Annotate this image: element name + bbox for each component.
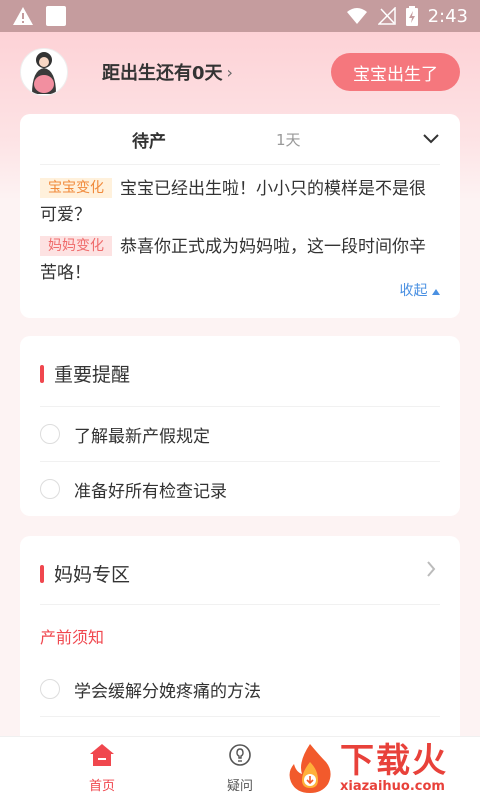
header: 距出生还有0天 › 宝宝出生了	[20, 44, 460, 100]
mom-zone-title: 妈妈专区	[54, 564, 131, 586]
battery-charging-icon	[405, 6, 418, 26]
flame-logo-icon	[284, 742, 336, 794]
mom-zone-label: 学会缓解分娩疼痛的方法	[74, 681, 261, 702]
stage-card: 待产 1天 宝宝变化 宝宝已经出生啦！小小只的模样是不是很可爱？ 妈妈变化 恭喜你正…	[20, 114, 460, 318]
reminders-card: 重要提醒 了解最新产假规定 准备好所有检查记录	[20, 336, 460, 516]
baby-change-row: 宝宝变化 宝宝已经出生啦！小小只的模样是不是很可爱？	[40, 176, 440, 228]
collapse-label: 收起	[399, 283, 428, 299]
no-signal-icon	[377, 7, 396, 25]
home-icon	[89, 743, 115, 771]
avatar[interactable]	[20, 48, 68, 96]
reminders-title: 重要提醒	[54, 364, 131, 386]
watermark-text: 下载火 xiazaihuo.com	[340, 742, 448, 794]
checkbox-circle[interactable]	[40, 424, 60, 444]
warning-icon	[12, 6, 34, 26]
accent-bar	[40, 564, 44, 583]
status-time: 2:43	[427, 5, 468, 27]
reminder-item[interactable]: 了解最新产假规定	[40, 407, 440, 461]
watermark-cn: 下载火	[340, 741, 448, 781]
chevron-right-icon: ›	[226, 62, 233, 82]
baby-change-tag: 宝宝变化	[40, 178, 112, 198]
day-label[interactable]: 1天	[276, 129, 301, 150]
nav-home-label: 首页	[88, 779, 115, 794]
prenatal-subtitle: 产前须知	[40, 628, 105, 647]
checkbox-circle[interactable]	[40, 679, 60, 699]
caret-up-icon	[432, 283, 440, 299]
reminder-item[interactable]: 准备好所有检查记录	[40, 462, 440, 516]
reminder-label: 准备好所有检查记录	[74, 481, 227, 502]
nav-faq-label: 疑问	[226, 779, 253, 794]
due-countdown[interactable]: 距出生还有0天 ›	[102, 59, 233, 85]
watermark: 下载火 xiazaihuo.com	[284, 736, 480, 800]
reminders-heading: 重要提醒	[40, 360, 130, 387]
countdown-text: 距出生还有0天	[102, 63, 223, 84]
app-square-icon	[46, 6, 66, 26]
nav-faq[interactable]: 疑问	[210, 743, 270, 794]
checkbox-circle[interactable]	[40, 479, 60, 499]
nav-home[interactable]: 首页	[72, 743, 132, 794]
accent-bar	[40, 364, 44, 383]
wifi-icon	[346, 7, 368, 25]
collapse-link[interactable]: 收起	[400, 280, 440, 300]
mom-zone-heading[interactable]: 妈妈专区	[40, 560, 130, 587]
lightbulb-icon	[228, 743, 252, 771]
chevron-right-icon[interactable]	[426, 560, 436, 582]
mom-change-tag: 妈妈变化	[40, 236, 112, 256]
chevron-down-icon[interactable]	[422, 130, 440, 149]
divider	[40, 716, 440, 717]
divider	[40, 604, 440, 605]
stage-tabs: 待产 1天	[20, 114, 460, 164]
mom-change-row: 妈妈变化 恭喜你正式成为妈妈啦，这一段时间你辛苦咯！	[40, 234, 440, 286]
watermark-en: xiazaihuo.com	[340, 779, 445, 794]
baby-born-button[interactable]: 宝宝出生了	[331, 53, 460, 91]
reminder-label: 了解最新产假规定	[74, 426, 210, 447]
status-bar: 2:43	[0, 0, 480, 32]
divider	[40, 164, 440, 165]
mom-zone-item[interactable]: 学会缓解分娩疼痛的方法	[40, 662, 440, 716]
tab-waiting[interactable]: 待产	[132, 127, 166, 152]
